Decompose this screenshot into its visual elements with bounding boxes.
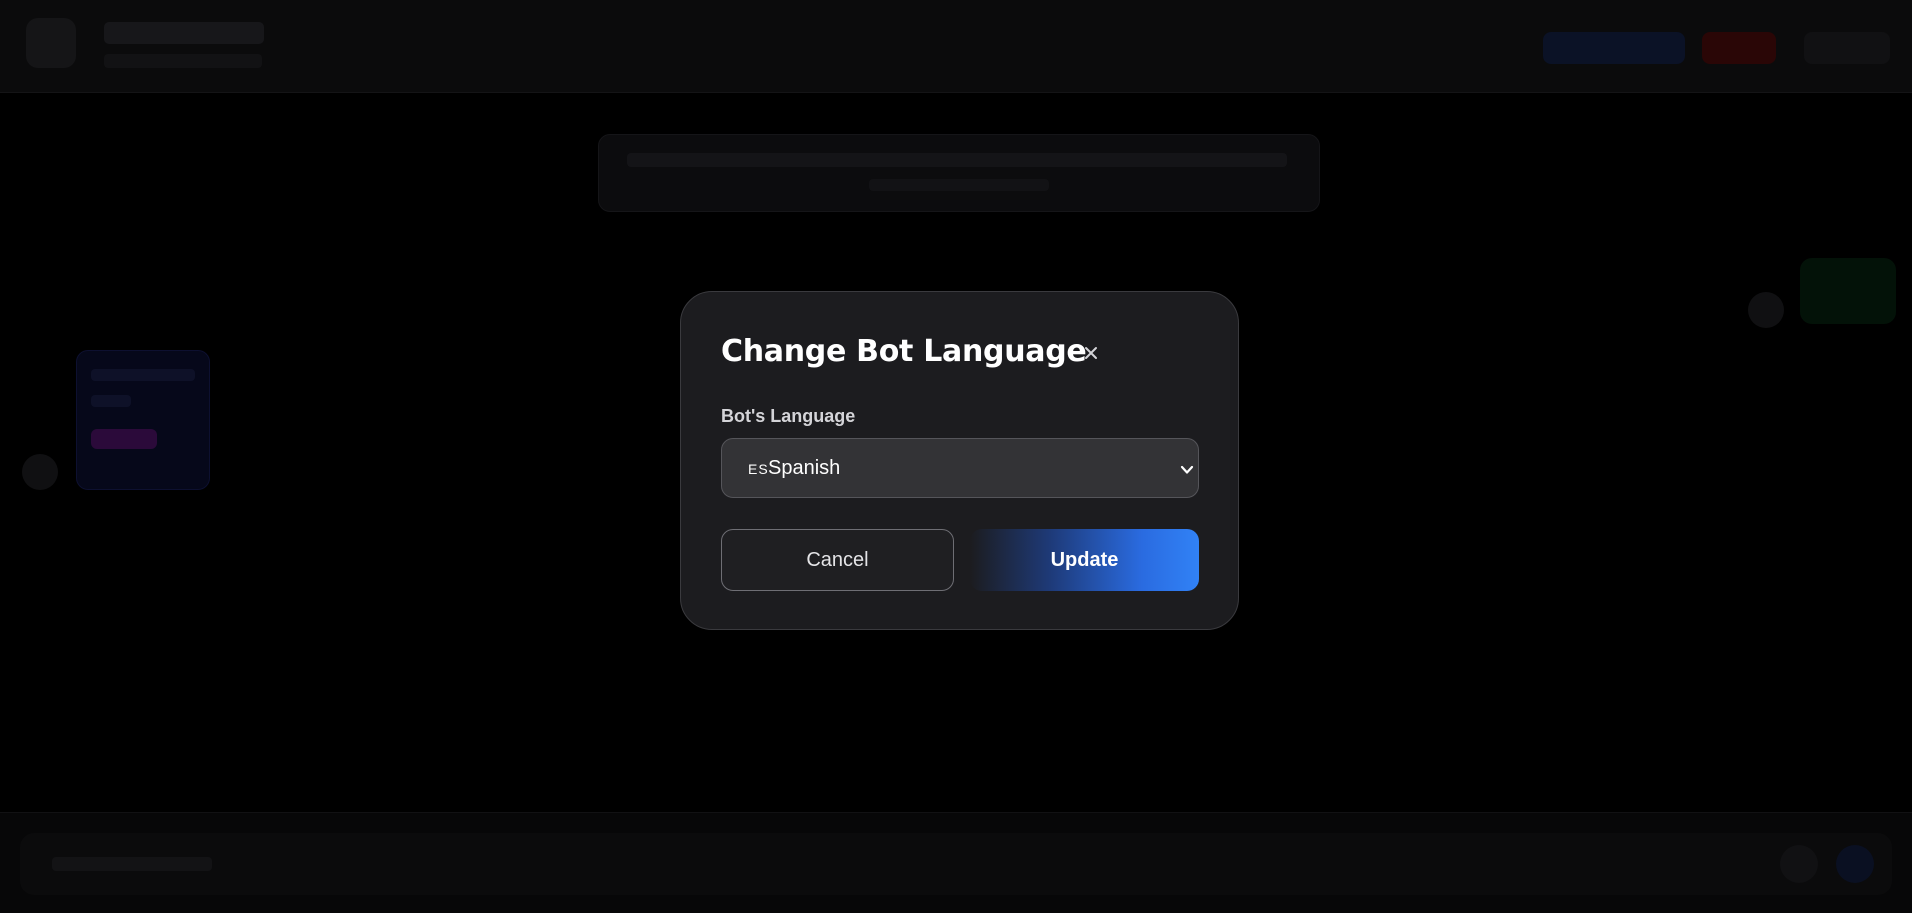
cancel-button[interactable]: Cancel: [721, 529, 954, 591]
message-line: [91, 395, 131, 407]
send-button: [1836, 845, 1874, 883]
notice-banner-line: [869, 179, 1049, 191]
header-alert-button: [1702, 32, 1776, 64]
message-line: [91, 369, 195, 381]
bot-message-card: [76, 350, 210, 490]
header-menu-button: [1804, 32, 1890, 64]
app-logo: [26, 18, 76, 68]
user-avatar: [1748, 292, 1784, 328]
update-button[interactable]: Update: [970, 529, 1199, 591]
flag-code: ES: [748, 461, 769, 477]
app-page: Change Bot Language Bot's Language ES Sp…: [0, 0, 1912, 913]
close-icon: [1083, 345, 1099, 361]
close-button[interactable]: [1076, 338, 1106, 368]
notice-banner: [598, 134, 1320, 212]
language-select[interactable]: ES Spanish: [721, 438, 1199, 498]
dialog-title: Change Bot Language: [721, 334, 1087, 369]
change-language-dialog: Change Bot Language Bot's Language ES Sp…: [680, 291, 1239, 630]
message-composer: [0, 812, 1912, 913]
selected-language: Spanish: [768, 457, 841, 479]
bot-avatar: [22, 454, 58, 490]
user-message-card: [1800, 258, 1896, 324]
message-input-placeholder: [52, 857, 212, 871]
message-tag: [91, 429, 157, 449]
header-language-button: [1543, 32, 1685, 64]
app-header: [0, 0, 1912, 93]
app-subtitle-placeholder: [104, 54, 262, 68]
mic-button: [1780, 845, 1818, 883]
app-title-placeholder: [104, 22, 264, 44]
chevron-down-icon: [1180, 463, 1194, 475]
notice-banner-line: [627, 153, 1287, 167]
language-field-label: Bot's Language: [721, 406, 856, 426]
message-input: [20, 833, 1892, 895]
